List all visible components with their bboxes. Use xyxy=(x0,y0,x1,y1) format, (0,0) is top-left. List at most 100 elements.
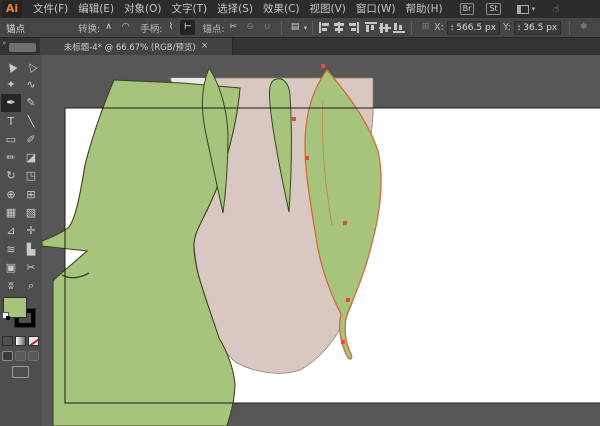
curvature-tool[interactable]: ✎ xyxy=(21,94,41,112)
y-coordinate-field[interactable]: ▴ ▾ 36.5 px xyxy=(513,20,562,35)
chevron-down-icon: ▾ xyxy=(531,5,536,13)
rotate-tool[interactable]: ↻ xyxy=(1,167,21,185)
tool-grid: ▲ △ ✦ ∿ ✒ ✎ T ╲ ▭ ✐ ✏ ◪ ↻ ◳ ⊕ ⊞ ▦ ▧ ⊿ ✛ … xyxy=(0,55,42,295)
anchor-point[interactable] xyxy=(321,64,325,68)
align-left-button[interactable] xyxy=(319,22,331,33)
menu-edit[interactable]: 编辑(E) xyxy=(73,0,119,18)
bridge-button[interactable]: Br xyxy=(459,3,475,15)
draw-behind-button[interactable] xyxy=(15,351,26,361)
align-top-button[interactable] xyxy=(365,22,378,33)
hide-handles-button[interactable]: ⊢ xyxy=(180,20,196,35)
chevron-down-icon: ▾ xyxy=(303,23,308,32)
connect-path-button[interactable]: ∪ xyxy=(260,20,275,35)
document-setup-button[interactable]: ▤ xyxy=(288,20,303,35)
blend-tool[interactable]: ✛ xyxy=(21,222,41,240)
menu-window[interactable]: 窗口(W) xyxy=(351,0,401,18)
fill-stroke-swatches xyxy=(0,297,42,333)
shape-builder-tool[interactable]: ⊕ xyxy=(1,185,21,203)
x-coordinate-field[interactable]: ▴ ▾ 566.5 px xyxy=(446,20,501,35)
touch-workspace-icon[interactable]: ☝ xyxy=(553,4,559,15)
workspace-switcher[interactable]: ▾ xyxy=(516,4,536,14)
draw-normal-button[interactable] xyxy=(2,351,13,361)
color-button[interactable] xyxy=(2,336,13,346)
anchor-point-title: 锚点 xyxy=(6,23,26,35)
paintbrush-tool[interactable]: ✐ xyxy=(21,130,41,148)
zoom-tool[interactable]: ⌕ xyxy=(21,277,41,295)
screen-mode-button[interactable] xyxy=(12,366,29,378)
slice-tool[interactable]: ✂ xyxy=(21,258,41,276)
paint-style-row xyxy=(2,336,39,346)
toolbar-grip[interactable] xyxy=(9,43,36,52)
symbol-sprayer-tool[interactable]: ≋ xyxy=(1,240,21,258)
separator xyxy=(280,20,282,35)
anchor-point[interactable] xyxy=(292,117,296,121)
pen-tool[interactable]: ✒ xyxy=(1,93,21,112)
stock-button[interactable]: St xyxy=(486,3,501,15)
line-segment-tool[interactable]: ╲ xyxy=(21,112,41,130)
artboard-tool[interactable]: ▣ xyxy=(1,258,21,276)
menu-help[interactable]: 帮助(H) xyxy=(401,0,448,18)
document-tab-bar: » 未标题-4* @ 66.67% (RGB/预览) × xyxy=(0,38,600,55)
canvas[interactable] xyxy=(42,55,600,426)
y-label: Y: xyxy=(503,22,511,33)
handles-label: 手柄: xyxy=(140,23,163,35)
panel-collapse-icon[interactable]: » xyxy=(2,39,6,47)
mesh-tool[interactable]: ▦ xyxy=(1,203,21,221)
convert-to-smooth-button[interactable]: ◠ xyxy=(118,20,133,35)
hand-tool[interactable]: ʬ xyxy=(1,277,21,295)
anchor-point[interactable] xyxy=(341,340,345,344)
document-title: 未标题-4* @ 66.67% (RGB/预览) xyxy=(63,42,196,53)
workspace-icon xyxy=(516,4,529,14)
selection-tool[interactable]: ▲ xyxy=(1,57,21,75)
scale-tool[interactable]: ◳ xyxy=(21,167,41,185)
type-tool[interactable]: T xyxy=(1,112,21,130)
show-handles-button[interactable]: ⌇ xyxy=(163,20,178,35)
draw-inside-button[interactable] xyxy=(28,351,39,361)
gradient-tool[interactable]: ▧ xyxy=(21,203,41,221)
menu-select[interactable]: 选择(S) xyxy=(212,0,258,18)
menu-type[interactable]: 文字(T) xyxy=(167,0,213,18)
gradient-button[interactable] xyxy=(15,336,26,346)
column-graph-tool[interactable]: ▙ xyxy=(21,240,41,258)
isolate-selection-icon[interactable]: ✱ xyxy=(576,20,591,35)
menu-bar: Ai 文件(F) 编辑(E) 对象(O) 文字(T) 选择(S) 效果(C) 视… xyxy=(0,0,600,18)
x-label: X: xyxy=(434,22,444,33)
anchors-label: 锚点: xyxy=(202,23,225,35)
menu-object[interactable]: 对象(O) xyxy=(119,0,166,18)
rectangle-tool[interactable]: ▭ xyxy=(1,130,21,148)
menu-effect[interactable]: 效果(C) xyxy=(258,0,305,18)
perspective-grid-tool[interactable]: ⊞ xyxy=(21,185,41,203)
anchor-point[interactable] xyxy=(343,221,347,225)
cut-path-button[interactable]: ✂ xyxy=(226,20,241,35)
document-tab[interactable]: 未标题-4* @ 66.67% (RGB/预览) × xyxy=(40,38,233,55)
stepper-icon[interactable]: ▴ ▾ xyxy=(518,23,521,32)
anchor-point[interactable] xyxy=(346,298,350,302)
none-button[interactable] xyxy=(28,336,39,346)
stepper-icon[interactable]: ▴ ▾ xyxy=(451,23,454,32)
convert-label: 转换: xyxy=(78,23,101,35)
reference-point-icon: ⊞ xyxy=(421,22,430,32)
x-value[interactable]: 566.5 px xyxy=(456,23,496,33)
menu-view[interactable]: 视图(V) xyxy=(305,0,351,18)
align-right-button[interactable] xyxy=(347,22,360,33)
lasso-tool[interactable]: ∿ xyxy=(21,75,41,93)
tools-panel: ▲ △ ✦ ∿ ✒ ✎ T ╲ ▭ ✐ ✏ ◪ ↻ ◳ ⊕ ⊞ ▦ ▧ ⊿ ✛ … xyxy=(0,55,42,426)
magic-wand-tool[interactable]: ✦ xyxy=(1,75,21,93)
pencil-tool[interactable]: ✏ xyxy=(1,148,21,166)
menu-file[interactable]: 文件(F) xyxy=(28,0,73,18)
separator xyxy=(569,20,571,35)
default-fill-stroke-icon[interactable] xyxy=(2,312,10,320)
eyedropper-tool[interactable]: ⊿ xyxy=(1,222,21,240)
align-middle-button[interactable] xyxy=(379,22,392,33)
illustrator-logo: Ai xyxy=(2,1,22,17)
align-center-button[interactable] xyxy=(333,22,345,33)
eraser-tool[interactable]: ◪ xyxy=(21,148,41,166)
anchor-point[interactable] xyxy=(305,156,309,160)
direct-selection-tool[interactable]: △ xyxy=(21,57,41,75)
convert-to-corner-button[interactable]: ∧ xyxy=(101,20,116,35)
control-bar: 锚点 转换: ∧ ◠ 手柄: ⌇ ⊢ 锚点: ✂ ⊖ ∪ ▤ ▾ ⊞ X: ▴ ▾… xyxy=(0,18,600,38)
close-icon[interactable]: × xyxy=(201,42,209,51)
remove-anchor-button[interactable]: ⊖ xyxy=(243,20,258,35)
y-value[interactable]: 36.5 px xyxy=(523,23,557,33)
align-bottom-button[interactable] xyxy=(393,22,406,33)
